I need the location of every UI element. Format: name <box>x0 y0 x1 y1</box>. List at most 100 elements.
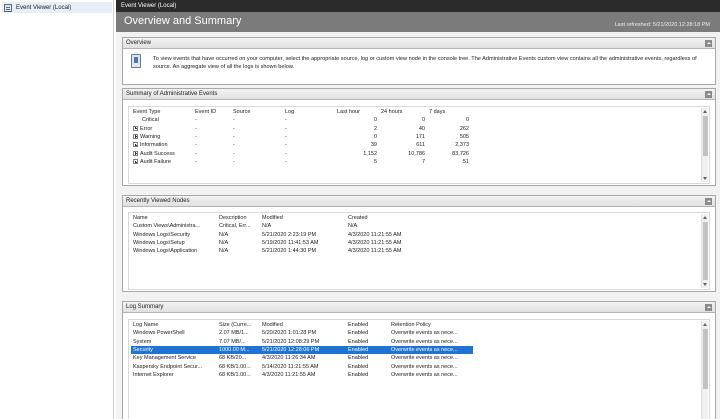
column-header[interactable]: Log <box>283 107 335 116</box>
summary-row[interactable]: Warning - - - 0 171 505 <box>131 133 471 141</box>
source-cell: - <box>233 125 235 132</box>
last-7-days-cell: 51 <box>462 159 469 166</box>
log-retention-cell: Overwrite events as nece... <box>391 330 458 337</box>
overview-section: Overview To view events that have occurr… <box>122 37 716 85</box>
log-name-cell: Kaspersky Endpoint Secur... <box>133 363 203 370</box>
source-cell: - <box>233 117 235 124</box>
log-size-cell: 7.07 MB/... <box>219 338 246 345</box>
column-header[interactable]: Event Type <box>131 107 193 116</box>
event-type-label: Audit Success <box>140 150 175 157</box>
column-header[interactable]: Last hour <box>335 107 379 116</box>
column-header[interactable]: Created <box>346 213 461 222</box>
column-header[interactable]: 7 days <box>427 107 471 116</box>
summary-section-header[interactable]: Summary of Administrative Events <box>123 89 715 100</box>
collapse-icon[interactable] <box>705 40 712 47</box>
recent-table-container: Name Description Modified Created Custom… <box>128 212 710 290</box>
last-hour-cell: 1,152 <box>363 150 377 157</box>
log-row[interactable]: Key Management Service 68 KB/20... 4/3/202… <box>131 354 473 362</box>
scroll-up-icon[interactable] <box>703 323 707 326</box>
summary-table-container: Event Type Event ID Source Log Last hour… <box>128 106 710 184</box>
node-created-cell: 4/3/2020 11:21:55 AM <box>348 248 402 255</box>
column-header[interactable]: Retention Policy <box>389 320 473 329</box>
log-row[interactable]: Security 1000.00 M... 5/21/2020 12:28:06 P… <box>131 345 473 355</box>
expand-plus-icon[interactable] <box>133 159 138 165</box>
logsum-scrollbar[interactable] <box>701 321 708 419</box>
event-type-label: Critical <box>142 117 159 124</box>
recent-scrollbar[interactable] <box>701 214 708 288</box>
log-size-cell: 1000.00 M... <box>217 345 260 355</box>
log-retention-cell: Overwrite events as nece... <box>391 338 458 345</box>
event-type-label: Audit Failure <box>140 159 171 166</box>
node-modified-cell: 5/21/2020 2:23:19 PM <box>262 231 317 238</box>
collapse-icon[interactable] <box>705 91 712 98</box>
recent-node-row[interactable]: Windows Logs\Setup N/A 5/19/2020 11:41:53 … <box>131 239 461 247</box>
expand-plus-icon[interactable] <box>133 133 138 139</box>
pane-title: Event Viewer (Local) <box>121 3 177 9</box>
column-header[interactable]: Source <box>231 107 283 116</box>
event-id-cell: - <box>195 125 197 132</box>
column-header[interactable]: Description <box>217 213 260 222</box>
column-header[interactable]: Enabled <box>346 320 389 329</box>
logsum-header-row: Log Name Size (Curre... Modified Enabled… <box>131 320 473 329</box>
log-row[interactable]: Kaspersky Endpoint Secur... 68 KB/1.00...… <box>131 363 473 371</box>
log-retention-cell: Overwrite events as nece... <box>391 355 458 362</box>
summary-row[interactable]: Audit Failure - - - 5 7 51 <box>131 158 471 166</box>
summary-scrollbar[interactable] <box>701 108 708 182</box>
last-hour-cell: 2 <box>373 125 377 132</box>
recent-node-row[interactable]: Windows Logs\Security N/A 5/21/2020 2:23:1… <box>131 230 461 238</box>
overview-section-header[interactable]: Overview <box>123 38 715 49</box>
column-header[interactable]: Modified <box>260 320 346 329</box>
scroll-thumb[interactable] <box>703 222 708 280</box>
event-id-cell: - <box>195 117 197 124</box>
summary-row[interactable]: Information - - - 39 611 2,373 <box>131 141 471 149</box>
last-7-days-cell: 83,726 <box>452 150 469 157</box>
scroll-up-icon[interactable] <box>703 110 707 113</box>
column-header[interactable]: Modified <box>260 213 346 222</box>
recent-section-header[interactable]: Recently Viewed Nodes <box>123 196 715 207</box>
summary-row[interactable]: Audit Success - - - 1,152 10,786 83,726 <box>131 150 471 158</box>
column-header[interactable]: Log Name <box>131 320 217 329</box>
scroll-down-icon[interactable] <box>703 283 707 286</box>
log-row[interactable]: Windows PowerShell 2.07 MB/1... 5/20/2020 … <box>131 329 473 337</box>
logsum-table: Log Name Size (Curre... Modified Enabled… <box>131 320 473 379</box>
tree-item-event-viewer-local[interactable]: Event Viewer (Local) <box>2 2 112 13</box>
summary-row[interactable]: Critical - - - 0 0 0 <box>131 116 471 124</box>
summary-row[interactable]: Error - - - 2 40 262 <box>131 124 471 132</box>
column-header[interactable]: Event ID <box>193 107 231 116</box>
recent-heading: Recently Viewed Nodes <box>126 198 190 204</box>
scroll-up-icon[interactable] <box>703 216 707 219</box>
scroll-thumb[interactable] <box>703 116 708 156</box>
collapse-icon[interactable] <box>705 304 712 311</box>
source-cell: - <box>233 159 235 166</box>
node-description-cell: N/A <box>219 248 229 255</box>
expand-plus-icon[interactable] <box>133 125 138 131</box>
recent-node-row[interactable]: Windows Logs\Application N/A 5/21/2020 1:4… <box>131 247 461 255</box>
summary-heading: Summary of Administrative Events <box>126 91 218 97</box>
column-header[interactable]: Name <box>131 213 217 222</box>
log-retention-cell: Overwrite events as nece... <box>391 372 458 379</box>
last-24-hours-cell: 7 <box>421 159 425 166</box>
scroll-thumb[interactable] <box>703 329 708 389</box>
log-name-cell: Windows PowerShell <box>133 330 185 337</box>
scroll-down-icon[interactable] <box>703 177 707 180</box>
last-24-hours-cell: 171 <box>415 133 425 140</box>
recent-node-row[interactable]: Custom Views\Administra... Critical, Err.… <box>131 222 461 230</box>
collapse-icon[interactable] <box>705 198 712 205</box>
overview-header: Overview and Summary Last refreshed: 5/2… <box>116 12 720 32</box>
log-row[interactable]: Internet Explorer 68 KB/1.00... 4/3/2020 1… <box>131 371 473 379</box>
last-7-days-cell: 262 <box>459 125 469 132</box>
expand-plus-icon[interactable] <box>133 142 138 148</box>
expand-plus-icon[interactable] <box>133 150 138 156</box>
console-tree: Event Viewer (Local) <box>0 0 114 419</box>
log-name-cell: Internet Explorer <box>133 372 174 379</box>
column-header[interactable]: 24 hours <box>379 107 427 116</box>
log-row[interactable]: System 7.07 MB/... 5/21/2020 12:08:29 PM En… <box>131 337 473 345</box>
source-cell: - <box>233 133 235 140</box>
log-modified-cell: 4/3/2020 11:26:34 AM <box>262 355 316 362</box>
logsum-section-header[interactable]: Log Summary <box>123 302 715 313</box>
last-hour-cell: 5 <box>373 159 377 166</box>
node-description-cell: Critical, Err... <box>219 223 251 230</box>
column-header[interactable]: Size (Curre... <box>217 320 260 329</box>
node-created-cell: N/A <box>348 223 358 230</box>
source-cell: - <box>233 142 235 149</box>
